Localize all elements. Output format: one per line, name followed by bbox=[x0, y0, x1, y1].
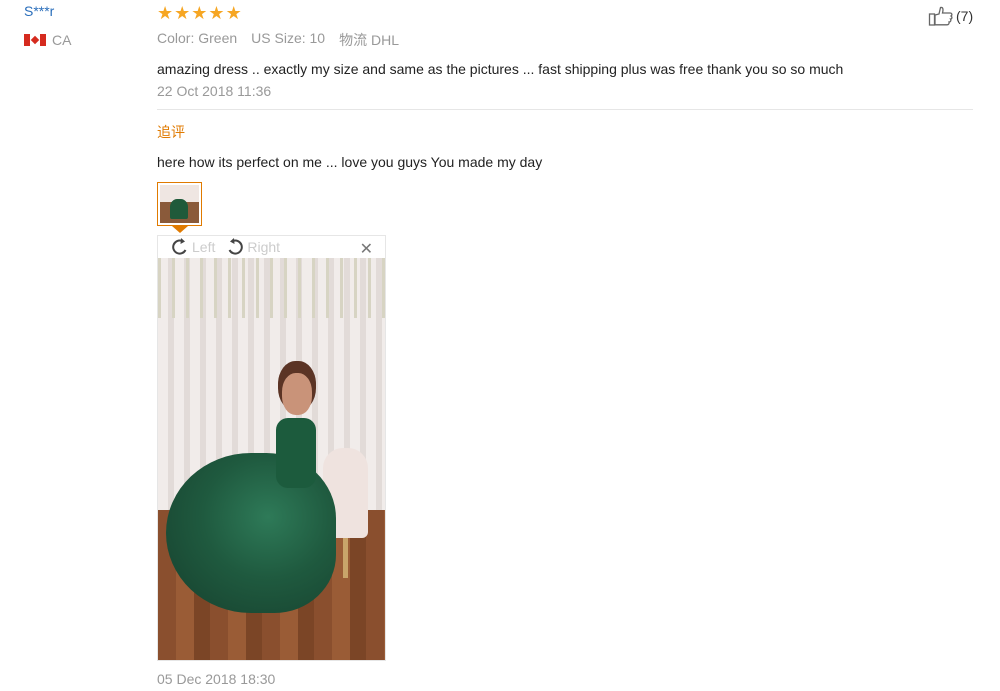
canada-flag-icon bbox=[24, 34, 46, 46]
rotate-right-label: Right bbox=[247, 239, 281, 255]
star-icon: ★ bbox=[225, 3, 242, 23]
review-photo bbox=[158, 258, 385, 660]
review-text: amazing dress .. exactly my size and sam… bbox=[157, 61, 844, 77]
reviewer-info: S***r CA bbox=[24, 2, 144, 48]
star-icon: ★ bbox=[191, 3, 208, 23]
rotate-left-icon bbox=[172, 238, 187, 255]
review-date: 22 Oct 2018 11:36 bbox=[157, 83, 272, 99]
reviewer-name[interactable]: S***r bbox=[24, 2, 144, 20]
review-body: ★ ★ ★ ★ ★ Color: Green US Size: 10 物流 DH… bbox=[157, 4, 973, 687]
star-rating: ★ ★ ★ ★ ★ bbox=[157, 4, 973, 22]
rotate-left-label: Left bbox=[192, 239, 216, 255]
country-code: CA bbox=[52, 32, 72, 48]
order-color: Color: Green bbox=[157, 30, 238, 46]
reviewer-country: CA bbox=[24, 32, 144, 48]
viewer-toolbar: Left Right ✕ bbox=[158, 236, 385, 258]
order-details: Color: Green US Size: 10 物流 DHL bbox=[157, 30, 973, 50]
rotate-right-button[interactable]: Right bbox=[225, 237, 280, 257]
rotate-left-button[interactable]: Left bbox=[170, 237, 215, 257]
like-button[interactable]: (7) bbox=[928, 5, 973, 27]
order-size: US Size: 10 bbox=[251, 30, 326, 46]
photo-viewer: Left Right ✕ bbox=[157, 235, 386, 661]
divider bbox=[157, 109, 973, 110]
followup-text: here how its perfect on me ... love you … bbox=[157, 154, 543, 170]
thumbnail-image bbox=[160, 185, 199, 223]
like-count: (7) bbox=[956, 8, 974, 24]
caret-down-icon bbox=[172, 226, 188, 233]
star-icon: ★ bbox=[208, 3, 225, 23]
order-shipping: 物流 DHL bbox=[339, 32, 399, 48]
rotate-right-icon bbox=[228, 238, 244, 255]
followup-date: 05 Dec 2018 18:30 bbox=[157, 671, 276, 687]
photo-thumbnail[interactable] bbox=[157, 182, 202, 233]
close-icon[interactable]: ✕ bbox=[360, 239, 373, 259]
star-icon: ★ bbox=[157, 3, 174, 23]
star-icon: ★ bbox=[174, 3, 191, 23]
thumbs-up-icon bbox=[928, 6, 953, 26]
followup-label: 追评 bbox=[157, 124, 185, 140]
